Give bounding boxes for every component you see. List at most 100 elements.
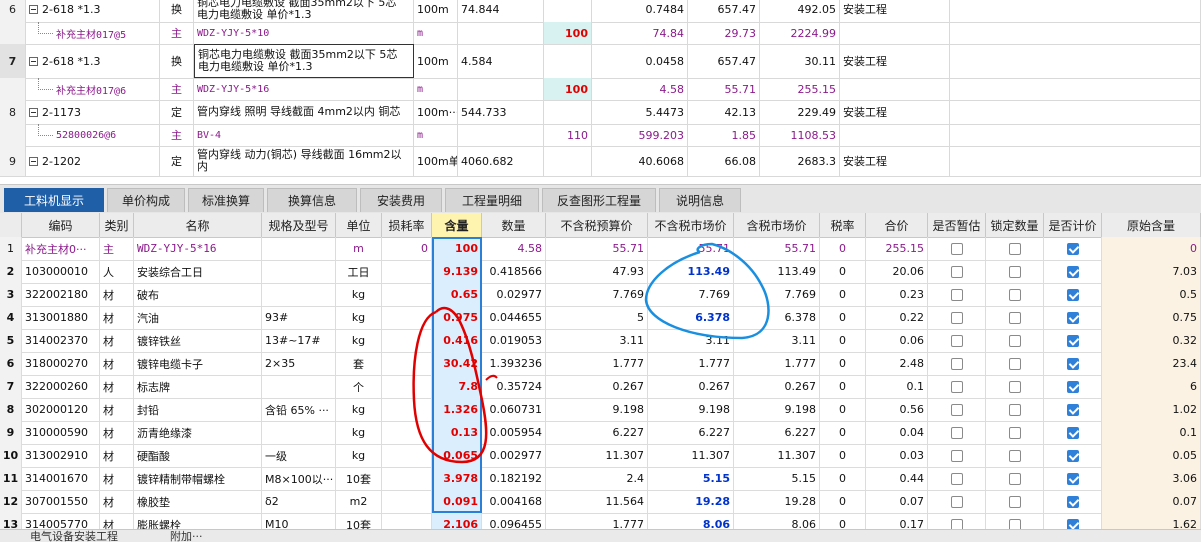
checkbox-icon[interactable] — [950, 311, 963, 324]
resource-row[interactable]: 5 314002370 材 镀锌铁丝 13#~17# kg 0.416 0.019053 3.1… — [0, 329, 1201, 353]
cell-num[interactable]: 1.393236 — [482, 352, 546, 375]
cell-orig[interactable]: 0.32 — [1102, 329, 1201, 352]
cell-qty[interactable]: 30.42 — [432, 352, 482, 375]
top-cell-name[interactable]: 铜芯电力电缆敷设 截面35mm2以下 5芯 电力电缆敷设 单价*1.3 — [194, 44, 414, 78]
cell-total[interactable]: 0.44 — [866, 467, 928, 490]
column-header-est[interactable]: 是否暂估 — [928, 213, 986, 237]
checkbox-icon[interactable] — [1008, 311, 1021, 324]
checkbox-icon[interactable] — [1008, 265, 1021, 278]
checkbox-icon[interactable] — [1008, 426, 1021, 439]
top-cell-v2[interactable]: 40.6068 — [592, 146, 688, 176]
checkbox-icon[interactable] — [1008, 495, 1021, 508]
cell-pre[interactable]: 5 — [546, 306, 648, 329]
bottom-tab-electrical[interactable]: 电气设备安装工程 — [30, 531, 118, 542]
cell-unit[interactable]: m — [336, 237, 382, 260]
cell-qty[interactable]: 0.065 — [432, 444, 482, 467]
cell-total[interactable]: 255.15 — [866, 237, 928, 260]
top-cell-v4[interactable]: 229.49 — [760, 100, 840, 124]
cell-est[interactable] — [928, 260, 986, 283]
cell-loss[interactable]: 0 — [382, 237, 432, 260]
top-cell-v2[interactable]: 0.0458 — [592, 44, 688, 78]
cell-unit[interactable]: kg — [336, 398, 382, 421]
top-cell-rn[interactable]: 9 — [0, 146, 26, 176]
checked-checkbox-icon[interactable] — [1066, 472, 1079, 485]
cell-num[interactable]: 0.002977 — [482, 444, 546, 467]
cell-cat[interactable]: 人 — [100, 260, 134, 283]
cell-mkt[interactable]: 19.28 — [648, 490, 734, 513]
top-cell-unit[interactable]: 100m··· — [414, 100, 458, 124]
cell-pre[interactable]: 11.564 — [546, 490, 648, 513]
checkbox-icon[interactable] — [950, 357, 963, 370]
cell-price[interactable] — [1044, 398, 1102, 421]
cell-qty[interactable]: 0.416 — [432, 329, 482, 352]
top-cell-type[interactable]: 定 — [160, 100, 194, 124]
resource-table[interactable]: 编码 类别 名称 规格及型号 单位 损耗率 含量 数量 不含税预算价 不含税市场价 含税市场价 税率合… — [0, 213, 1201, 529]
column-header-num[interactable]: 数量 — [482, 213, 546, 237]
checked-checkbox-icon[interactable] — [1066, 495, 1079, 508]
top-cell-blank[interactable] — [950, 100, 1201, 124]
material-row[interactable]: 补充主材017@5 主 WDZ-YJY-5*10 m 100 74.84 29.73 2224… — [0, 22, 1201, 45]
material-row[interactable]: 52800026@6 主 BV-4 m 110 599.203 1.85 1108.53 — [0, 124, 1201, 147]
checked-checkbox-icon[interactable] — [1066, 357, 1079, 370]
top-cell-unit[interactable]: 100m — [414, 44, 458, 78]
checkbox-icon[interactable] — [950, 449, 963, 462]
cell-code[interactable]: 314001670 — [22, 467, 100, 490]
cell-loss[interactable] — [382, 260, 432, 283]
cell-est[interactable] — [928, 398, 986, 421]
cell-cat[interactable]: 材 — [100, 375, 134, 398]
cell-mkt_tax[interactable]: 55.71 — [734, 237, 820, 260]
column-header-unit[interactable]: 单位 — [336, 213, 382, 237]
column-header-orig[interactable]: 原始含量 — [1102, 213, 1201, 237]
top-cell-type[interactable]: 主 — [160, 78, 194, 100]
cell-pre[interactable]: 2.4 — [546, 467, 648, 490]
cell-lock[interactable] — [986, 260, 1044, 283]
cell-tax[interactable]: 0 — [820, 490, 866, 513]
cell-orig[interactable]: 0.5 — [1102, 283, 1201, 306]
cell-unit[interactable]: kg — [336, 421, 382, 444]
cell-mkt_tax[interactable]: 11.307 — [734, 444, 820, 467]
item-row[interactable]: 9 2-1202 定 管内穿线 动力(铜芯) 导线截面 16mm2以内 100m单线 40… — [0, 146, 1201, 177]
top-cell-name[interactable]: 管内穿线 动力(铜芯) 导线截面 16mm2以内 — [194, 146, 414, 176]
cell-qty[interactable]: 3.978 — [432, 467, 482, 490]
cell-cat[interactable]: 材 — [100, 467, 134, 490]
cell-total[interactable]: 0.22 — [866, 306, 928, 329]
column-header-mkt_tax[interactable]: 含税市场价 — [734, 213, 820, 237]
cell-num[interactable]: 0.02977 — [482, 283, 546, 306]
resource-row[interactable]: 13 314005770 材 膨胀螺栓 M10 10套 2.106 0.096455 1.777… — [0, 513, 1201, 529]
cell-num[interactable]: 0.004168 — [482, 490, 546, 513]
cell-total[interactable]: 2.48 — [866, 352, 928, 375]
top-cell-qty[interactable] — [458, 22, 544, 44]
cell-spec[interactable]: 2×35 — [262, 352, 336, 375]
cell-name[interactable]: 汽油 — [134, 306, 262, 329]
checkbox-icon[interactable] — [950, 242, 963, 255]
top-cell-blank[interactable] — [950, 124, 1201, 146]
cell-qty[interactable]: 100 — [432, 237, 482, 260]
resource-row[interactable]: 3 322002180 材 破布 kg 0.65 0.02977 7.769 7.769 7.76… — [0, 283, 1201, 307]
cell-loss[interactable] — [382, 375, 432, 398]
cell-spec[interactable]: 一级 — [262, 444, 336, 467]
cell-lock[interactable] — [986, 444, 1044, 467]
cell-orig[interactable]: 6 — [1102, 375, 1201, 398]
top-cell-code[interactable]: 补充主材017@6 — [26, 78, 160, 100]
column-header-spec[interactable]: 规格及型号 — [262, 213, 336, 237]
cell-num[interactable]: 0.019053 — [482, 329, 546, 352]
cell-num[interactable]: 0.418566 — [482, 260, 546, 283]
cell-est[interactable] — [928, 444, 986, 467]
top-cell-v3[interactable]: 55.71 — [688, 78, 760, 100]
cell-tax[interactable]: 0 — [820, 375, 866, 398]
column-header-total[interactable]: 合价 — [866, 213, 928, 237]
cell-mkt_tax[interactable]: 7.769 — [734, 283, 820, 306]
checkbox-icon[interactable] — [950, 518, 963, 529]
cell-code[interactable]: 103000010 — [22, 260, 100, 283]
cell-qty[interactable]: 9.139 — [432, 260, 482, 283]
cell-lock[interactable] — [986, 329, 1044, 352]
top-cell-name[interactable]: 管内穿线 照明 导线截面 4mm2以内 铜芯 — [194, 100, 414, 124]
top-cell-blank[interactable] — [950, 146, 1201, 176]
top-cell-v2[interactable]: 74.84 — [592, 22, 688, 44]
checkbox-icon[interactable] — [1008, 472, 1021, 485]
cell-total[interactable]: 20.06 — [866, 260, 928, 283]
cell-name[interactable]: 橡胶垫 — [134, 490, 262, 513]
cell-tax[interactable]: 0 — [820, 444, 866, 467]
cell-unit[interactable]: 10套 — [336, 467, 382, 490]
column-header-n[interactable] — [0, 213, 22, 237]
